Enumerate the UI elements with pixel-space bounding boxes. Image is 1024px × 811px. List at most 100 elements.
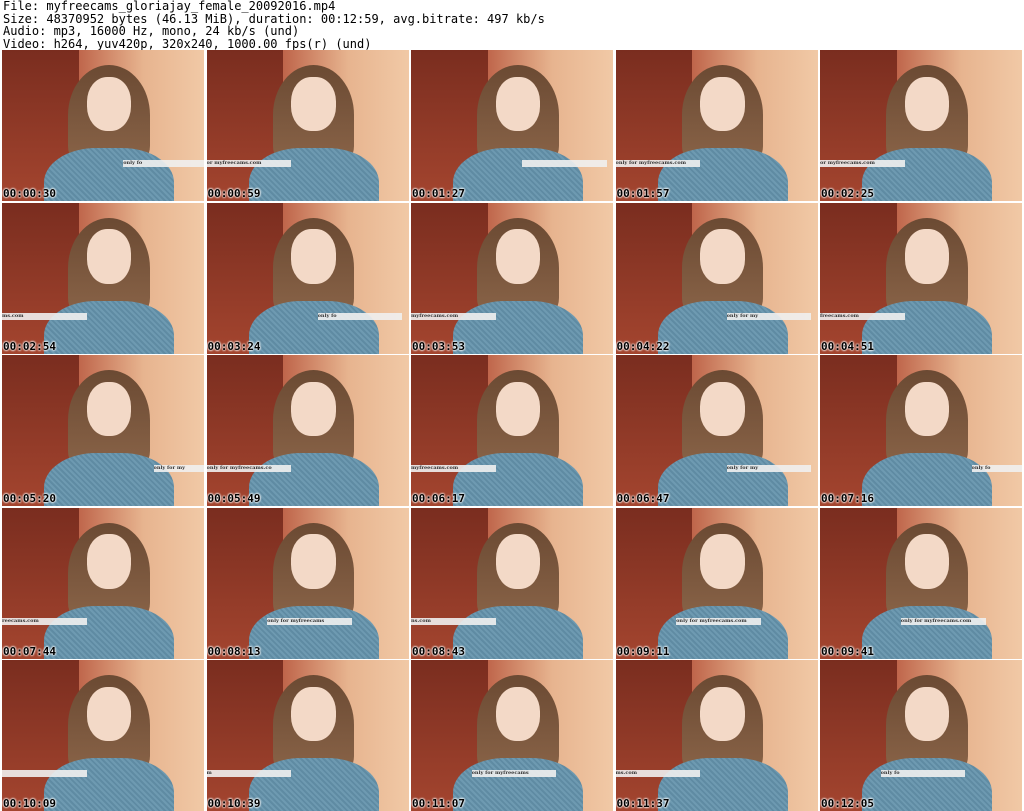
video-frame-thumbnail: only fo 00:12:05 — [820, 660, 1022, 811]
person-figure — [862, 217, 993, 354]
file-info-header: File: myfreecams_gloriajay_female_200920… — [3, 0, 545, 50]
person-figure — [453, 675, 584, 811]
video-frame-thumbnail: only for myfreecams 00:08:13 — [206, 507, 409, 659]
face-shape — [495, 76, 541, 132]
face-shape — [291, 686, 336, 742]
watermark-banner: only fo — [880, 770, 966, 778]
watermark-banner: only fo — [123, 160, 204, 168]
video-frame-thumbnail: ms.com 00:02:54 — [2, 202, 204, 354]
watermark-banner: myfreecams.com — [411, 465, 496, 473]
watermark-banner: only for my — [153, 465, 204, 473]
face-shape — [700, 381, 745, 437]
timestamp-label: 00:07:44 — [3, 644, 56, 658]
watermark-banner: only fo — [971, 465, 1022, 473]
video-frame-thumbnail: only fo 00:00:30 — [2, 50, 204, 201]
watermark-banner: only for myfreecams — [267, 617, 352, 625]
sweater-shape — [657, 148, 788, 201]
person-figure — [44, 65, 175, 201]
timestamp-label: 00:10:09 — [3, 797, 56, 810]
timestamp-label: 00:08:13 — [207, 644, 261, 658]
watermark-banner: ms.com — [615, 770, 701, 778]
face-shape — [700, 229, 745, 284]
watermark-banner: only for myfreecams.com — [615, 160, 701, 168]
face-shape — [904, 76, 950, 132]
timestamp-label: 00:12:05 — [821, 797, 874, 810]
person-figure — [862, 370, 993, 506]
thumbnail-grid: only fo 00:00:30 or myfreecams.com 00:00:59… — [2, 50, 1022, 811]
watermark-banner — [2, 770, 87, 778]
timestamp-label: 00:06:17 — [412, 492, 465, 505]
watermark-banner: or myfreecams.com — [206, 160, 292, 168]
video-frame-thumbnail: only fo 00:03:24 — [206, 202, 409, 354]
watermark-banner — [522, 160, 607, 168]
video-frame-thumbnail: or myfreecams.com 00:02:25 — [820, 50, 1022, 201]
timestamp-label: 00:01:27 — [412, 187, 465, 200]
sweater-shape — [453, 605, 584, 659]
person-figure — [453, 217, 584, 354]
person-figure — [657, 370, 788, 506]
video-frame-thumbnail: myfreecams.com 00:06:17 — [411, 355, 613, 506]
video-frame-thumbnail: only fo 00:07:16 — [820, 355, 1022, 506]
video-frame-thumbnail: freecams.com 00:04:51 — [820, 202, 1022, 354]
face-shape — [700, 686, 745, 742]
video-info-line: Video: h264, yuv420p, 320x240, 1000.00 f… — [3, 36, 372, 51]
person-figure — [248, 217, 379, 354]
sweater-shape — [248, 453, 379, 506]
watermark-banner: m — [206, 770, 292, 778]
sweater-shape — [248, 148, 379, 201]
watermark-banner: reecams.com — [2, 617, 87, 625]
watermark-banner: freecams.com — [820, 312, 905, 320]
sweater-shape — [657, 605, 788, 659]
timestamp-label: 00:03:24 — [207, 339, 261, 353]
person-figure — [248, 65, 379, 201]
timestamp-label: 00:05:20 — [3, 492, 56, 505]
sweater-shape — [44, 758, 175, 811]
person-figure — [657, 65, 788, 201]
timestamp-label: 00:09:11 — [616, 644, 670, 658]
timestamp-label: 00:09:41 — [821, 644, 874, 658]
sweater-shape — [453, 758, 584, 811]
timestamp-label: 00:04:51 — [821, 339, 874, 353]
sweater-shape — [862, 758, 993, 811]
person-figure — [862, 675, 993, 811]
watermark-banner: ns.com — [411, 617, 496, 625]
face-shape — [86, 534, 132, 589]
person-figure — [44, 522, 175, 659]
sweater-shape — [44, 453, 175, 506]
watermark-banner: only for my — [726, 465, 812, 473]
face-shape — [86, 686, 132, 742]
video-frame-thumbnail: only for myfreecams 00:11:07 — [411, 660, 613, 811]
timestamp-label: 00:00:30 — [3, 187, 56, 200]
video-frame-thumbnail: 00:10:09 — [2, 660, 204, 811]
sweater-shape — [248, 758, 379, 811]
watermark-banner: only for myfreecams.com — [900, 617, 986, 625]
timestamp-label: 00:00:59 — [207, 187, 261, 200]
timestamp-label: 00:11:37 — [616, 797, 670, 810]
watermark-banner: only for myfreecams.co — [206, 465, 292, 473]
face-shape — [495, 534, 541, 589]
watermark-banner: only for my — [726, 312, 812, 320]
person-figure — [44, 675, 175, 811]
video-frame-thumbnail: only for myfreecams.co 00:05:49 — [206, 355, 409, 506]
face-shape — [86, 76, 132, 132]
video-frame-thumbnail: only for myfreecams.com 00:01:57 — [615, 50, 818, 201]
timestamp-label: 00:02:25 — [821, 187, 874, 200]
video-frame-thumbnail: only for my 00:05:20 — [2, 355, 204, 506]
video-frame-thumbnail: myfreecams.com 00:03:53 — [411, 202, 613, 354]
video-frame-thumbnail: 00:01:27 — [411, 50, 613, 201]
timestamp-label: 00:08:43 — [412, 644, 465, 658]
video-frame-thumbnail: only for myfreecams.com 00:09:11 — [615, 507, 818, 659]
video-frame-thumbnail: ns.com 00:08:43 — [411, 507, 613, 659]
person-figure — [862, 65, 993, 201]
sweater-shape — [862, 453, 993, 506]
timestamp-label: 00:06:47 — [616, 492, 670, 505]
person-figure — [453, 370, 584, 506]
sweater-shape — [657, 300, 788, 354]
face-shape — [86, 229, 132, 284]
timestamp-label: 00:07:16 — [821, 492, 874, 505]
video-frame-thumbnail: only for myfreecams.com 00:09:41 — [820, 507, 1022, 659]
face-shape — [904, 229, 950, 284]
face-shape — [495, 229, 541, 284]
face-shape — [291, 76, 336, 132]
timestamp-label: 00:10:39 — [207, 797, 261, 810]
